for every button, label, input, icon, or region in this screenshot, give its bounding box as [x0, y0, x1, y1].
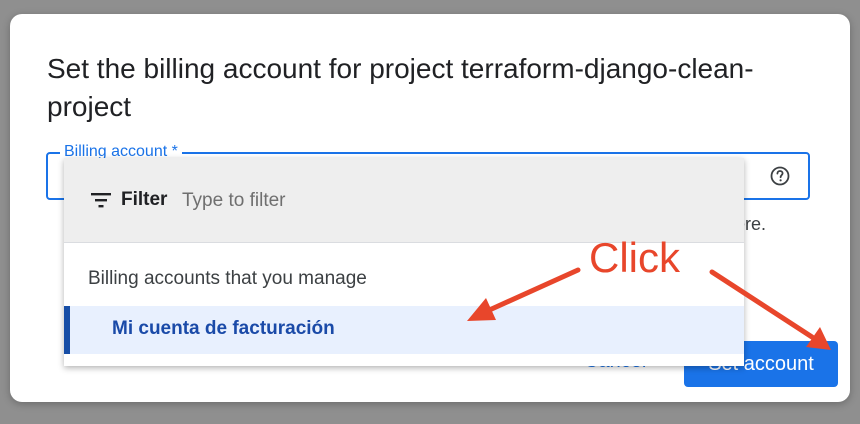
option-group-header: Billing accounts that you manage [88, 268, 367, 289]
filter-bar: Filter [64, 158, 744, 243]
selection-indicator [64, 306, 70, 354]
filter-icon [91, 193, 111, 208]
click-annotation-text: Click [589, 234, 680, 281]
billing-account-option[interactable]: Mi cuenta de facturación [64, 306, 744, 354]
help-icon[interactable] [770, 166, 790, 186]
dialog-title: Set the billing account for project terr… [47, 53, 754, 122]
filter-input[interactable] [180, 186, 604, 216]
option-label: Mi cuenta de facturación [112, 318, 335, 339]
filter-label: Filter [121, 189, 168, 210]
